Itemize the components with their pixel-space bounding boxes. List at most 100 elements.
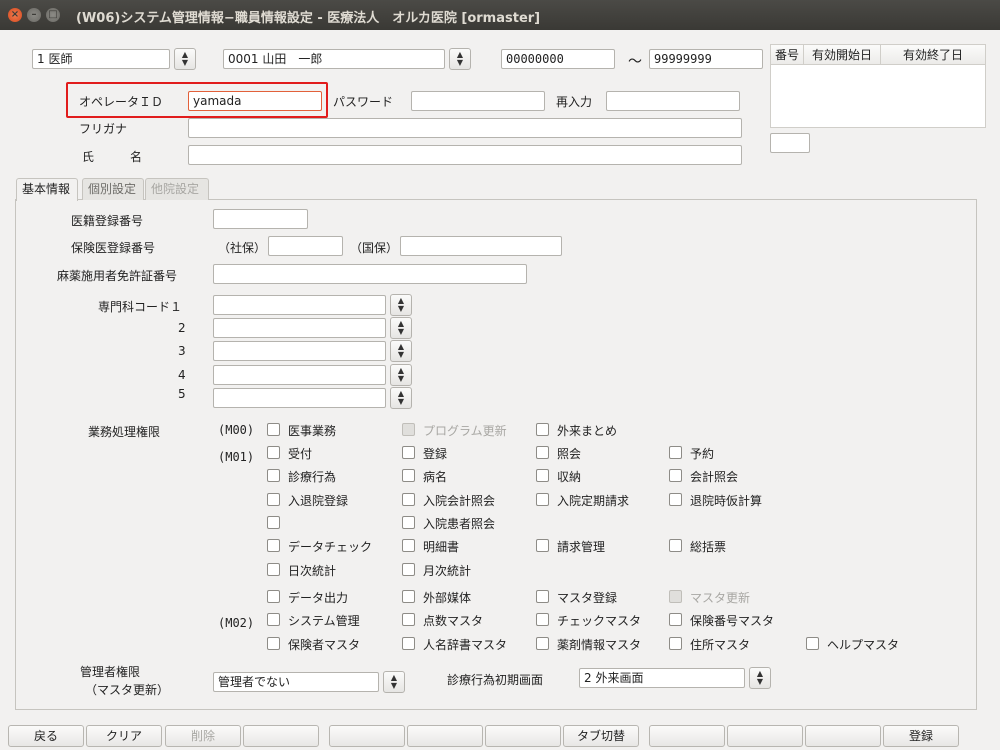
perm-checkbox[interactable] <box>669 446 682 459</box>
perm-checkbox[interactable] <box>267 446 280 459</box>
perm-checkbox[interactable] <box>536 539 549 552</box>
perm-checkbox[interactable] <box>402 516 415 529</box>
perm-checkbox[interactable] <box>267 563 280 576</box>
perm-checkbox[interactable] <box>267 539 280 552</box>
perm-label: マスタ登録 <box>557 591 618 605</box>
history-col-number[interactable]: 番号 <box>771 45 804 65</box>
perm-checkbox[interactable] <box>267 469 280 482</box>
range-from-input[interactable]: 00000000 <box>501 49 615 69</box>
perm-checkbox[interactable] <box>536 613 549 626</box>
perm-label: 日次統計 <box>288 564 337 578</box>
perm-checkbox[interactable] <box>402 446 415 459</box>
perm-label: 入院患者照会 <box>423 517 496 531</box>
perm-checkbox[interactable] <box>402 637 415 650</box>
admin-permission-combo[interactable]: 管理者でない <box>213 672 379 692</box>
reenter-password-input[interactable] <box>606 91 740 111</box>
specialty-code-2-input[interactable] <box>213 318 386 338</box>
perm-checkbox[interactable] <box>536 493 549 506</box>
spin-down-icon: ▼ <box>456 58 464 67</box>
staff-spinner[interactable]: ▲ ▼ <box>449 48 471 70</box>
perm-checkbox[interactable] <box>669 539 682 552</box>
perm-checkbox[interactable] <box>669 613 682 626</box>
range-to-input[interactable]: 99999999 <box>649 49 763 69</box>
function-key-button[interactable] <box>243 725 319 747</box>
perm-label: 住所マスタ <box>690 638 751 652</box>
function-key-button[interactable] <box>805 725 881 747</box>
perm-checkbox[interactable] <box>402 493 415 506</box>
function-key-button[interactable] <box>407 725 483 747</box>
history-number-input[interactable] <box>770 133 810 153</box>
tab-other-clinic-settings[interactable]: 他院設定 <box>145 178 209 200</box>
perm-checkbox[interactable] <box>402 469 415 482</box>
function-key-button[interactable] <box>727 725 803 747</box>
history-col-end[interactable]: 有効終了日 <box>881 45 985 65</box>
tab-individual-settings[interactable]: 個別設定 <box>82 178 144 200</box>
specialty-code-3-input[interactable] <box>213 341 386 361</box>
specialty-code-1-input[interactable] <box>213 295 386 315</box>
perm-label: システム管理 <box>288 614 360 628</box>
name-input[interactable] <box>188 145 742 165</box>
specialty-num-2: 2 <box>178 321 186 335</box>
staff-combo[interactable]: 0001 山田 一郎 <box>223 49 445 69</box>
kokuho-input[interactable] <box>400 236 562 256</box>
specialty-code-4-spinner[interactable]: ▲ ▼ <box>390 364 412 386</box>
admin-permission-spinner[interactable]: ▲ ▼ <box>383 671 405 693</box>
clear-button[interactable]: クリア <box>86 725 162 747</box>
spin-down-icon: ▼ <box>397 304 405 313</box>
narcotic-license-input[interactable] <box>213 264 527 284</box>
perm-checkbox[interactable] <box>402 590 415 603</box>
spin-down-icon: ▼ <box>181 58 189 67</box>
perm-checkbox[interactable] <box>267 516 280 529</box>
specialty-code-1-spinner[interactable]: ▲ ▼ <box>390 294 412 316</box>
perm-label: マスタ更新 <box>690 591 751 605</box>
register-button[interactable]: 登録 <box>883 725 959 747</box>
specialty-code-2-spinner[interactable]: ▲ ▼ <box>390 317 412 339</box>
history-table[interactable]: 番号 有効開始日 有効終了日 <box>770 44 986 128</box>
perm-checkbox[interactable] <box>536 590 549 603</box>
admin-permission-label: 管理者権限 <box>80 665 141 679</box>
initial-screen-spinner[interactable]: ▲ ▼ <box>749 667 771 689</box>
window-close-button[interactable]: × <box>8 8 22 22</box>
tab-basic-info[interactable]: 基本情報 <box>16 178 78 201</box>
initial-screen-combo[interactable]: 2 外来画面 <box>579 668 745 688</box>
medical-reg-input[interactable] <box>213 209 308 229</box>
function-key-button[interactable] <box>485 725 561 747</box>
history-col-start[interactable]: 有効開始日 <box>804 45 881 65</box>
perm-checkbox[interactable] <box>536 446 549 459</box>
perm-checkbox[interactable] <box>669 493 682 506</box>
specialty-code-5-spinner[interactable]: ▲ ▼ <box>390 387 412 409</box>
furigana-input[interactable] <box>188 118 742 138</box>
perm-checkbox[interactable] <box>536 637 549 650</box>
specialty-num-4: 4 <box>178 368 186 382</box>
perm-checkbox[interactable] <box>402 563 415 576</box>
perm-label: 登録 <box>423 447 448 461</box>
occupation-spinner[interactable]: ▲ ▼ <box>174 48 196 70</box>
name-label: 氏 名 <box>82 150 143 164</box>
operator-id-input[interactable]: yamada <box>188 91 322 111</box>
perm-checkbox[interactable] <box>806 637 819 650</box>
narcotic-license-label: 麻薬施用者免許証番号 <box>57 269 178 283</box>
perm-checkbox[interactable] <box>402 613 415 626</box>
perm-checkbox[interactable] <box>267 493 280 506</box>
perm-checkbox[interactable] <box>267 613 280 626</box>
window-maximize-button[interactable]: □ <box>46 8 60 22</box>
perm-checkbox[interactable] <box>536 469 549 482</box>
function-key-button[interactable] <box>649 725 725 747</box>
window-minimize-button[interactable]: – <box>27 8 41 22</box>
perm-checkbox[interactable] <box>536 423 549 436</box>
shaho-input[interactable] <box>268 236 343 256</box>
specialty-code-3-spinner[interactable]: ▲ ▼ <box>390 340 412 362</box>
specialty-code-4-input[interactable] <box>213 365 386 385</box>
perm-checkbox[interactable] <box>669 469 682 482</box>
perm-checkbox[interactable] <box>267 637 280 650</box>
perm-checkbox[interactable] <box>267 423 280 436</box>
perm-checkbox[interactable] <box>402 539 415 552</box>
back-button[interactable]: 戻る <box>8 725 84 747</box>
occupation-combo[interactable]: 1 医師 <box>32 49 170 69</box>
tab-switch-button[interactable]: タブ切替 <box>563 725 639 747</box>
perm-checkbox[interactable] <box>267 590 280 603</box>
perm-checkbox[interactable] <box>669 637 682 650</box>
specialty-code-5-input[interactable] <box>213 388 386 408</box>
password-input[interactable] <box>411 91 545 111</box>
function-key-button[interactable] <box>329 725 405 747</box>
